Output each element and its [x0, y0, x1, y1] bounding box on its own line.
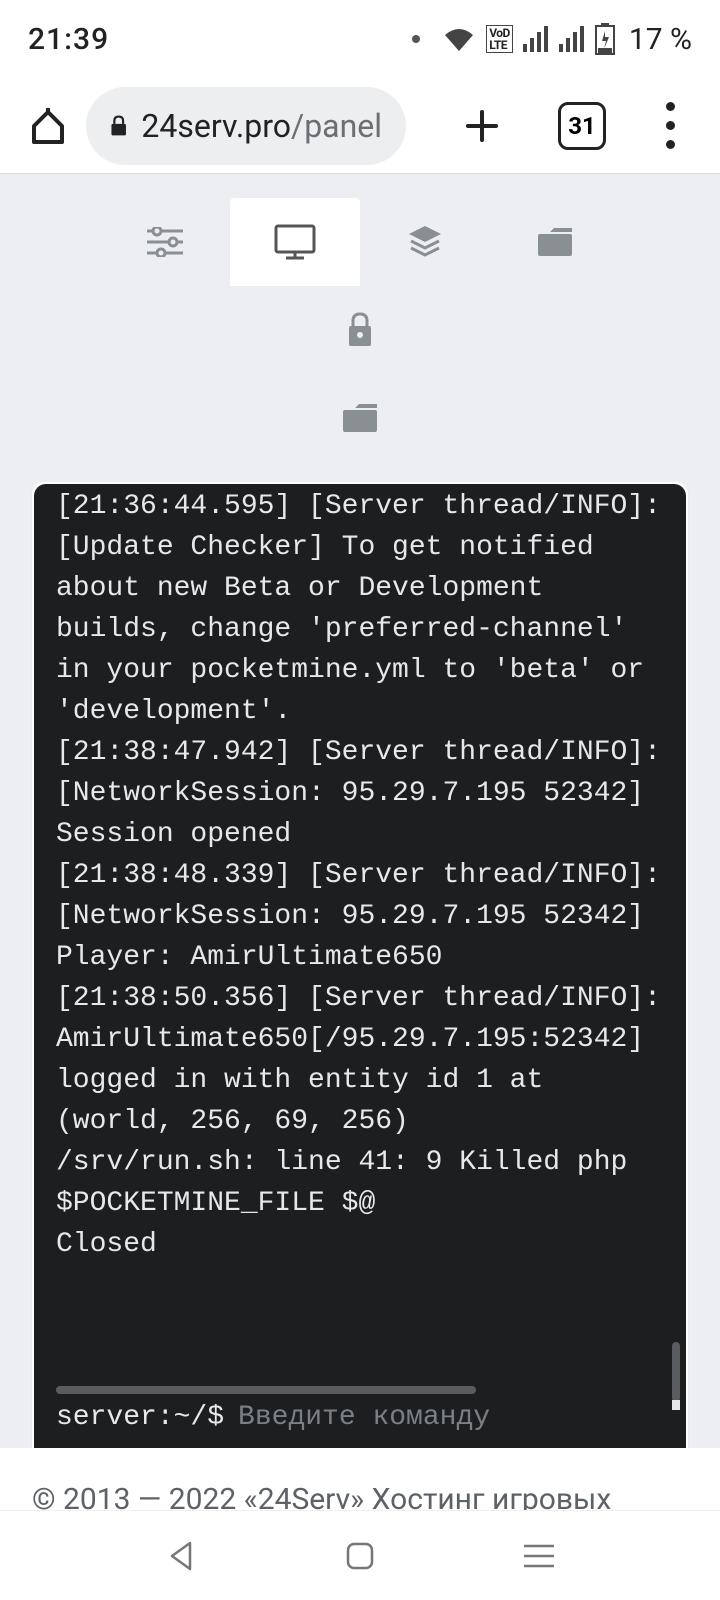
- vertical-scrollbar[interactable]: [672, 1342, 680, 1402]
- nav-back-button[interactable]: [164, 1539, 198, 1573]
- kebab-dot-icon: [666, 140, 675, 149]
- url-text: 24serv.pro/panel: [141, 107, 382, 145]
- tab-layers[interactable]: [360, 198, 490, 286]
- status-bar: 21:39 VoDLTE 17 %: [0, 0, 720, 78]
- plus-icon: [462, 106, 502, 146]
- tabs-count: 31: [568, 112, 596, 140]
- console-log[interactable]: [21:36:44.595] [Server thread/INFO]: [Up…: [34, 484, 686, 1381]
- triangle-back-icon: [164, 1539, 198, 1573]
- padlock-icon: [346, 312, 374, 348]
- tabs-button[interactable]: 31: [558, 102, 606, 150]
- url-bar[interactable]: 24serv.pro/panel: [86, 87, 406, 165]
- volte-icon: VoDLTE: [486, 25, 513, 53]
- nav-recent-button[interactable]: [522, 1543, 556, 1569]
- command-input[interactable]: Введите команду: [238, 1397, 490, 1438]
- hamburger-recent-icon: [522, 1543, 556, 1569]
- nav-home-button[interactable]: [345, 1541, 375, 1571]
- browser-bar: 24serv.pro/panel 31: [0, 78, 720, 173]
- vertical-scrollbar-end: [672, 1400, 680, 1410]
- tab-lock[interactable]: [295, 286, 425, 374]
- prompt-prefix: server:~/$: [56, 1397, 224, 1438]
- home-button[interactable]: [26, 104, 70, 148]
- panel-tabs: [0, 174, 720, 474]
- signal2-icon: [559, 26, 585, 52]
- folder-icon: [536, 226, 574, 258]
- battery-icon: [595, 23, 615, 55]
- square-home-icon: [345, 1541, 375, 1571]
- menu-button[interactable]: [650, 96, 690, 156]
- battery-percent: 17 %: [629, 22, 692, 57]
- monitor-icon: [274, 224, 316, 260]
- tab-settings[interactable]: [100, 198, 230, 286]
- lock-icon: [110, 111, 127, 141]
- tab-folder[interactable]: [490, 198, 620, 286]
- tab-console[interactable]: [230, 198, 360, 286]
- folder-icon: [341, 402, 379, 434]
- notification-dot-icon: [412, 35, 420, 43]
- kebab-dot-icon: [666, 102, 675, 111]
- kebab-dot-icon: [666, 121, 675, 130]
- system-nav-bar: [0, 1510, 720, 1600]
- new-tab-button[interactable]: [452, 96, 512, 156]
- status-indicators: VoDLTE 17 %: [412, 22, 692, 57]
- sliders-icon: [147, 227, 183, 257]
- console[interactable]: [21:36:44.595] [Server thread/INFO]: [Up…: [34, 484, 686, 1462]
- tab-folder2[interactable]: [295, 374, 425, 462]
- page-content: [21:36:44.595] [Server thread/INFO]: [Up…: [0, 173, 720, 1510]
- horizontal-scrollbar[interactable]: [56, 1386, 476, 1394]
- console-prompt[interactable]: server:~/$ Введите команду: [34, 1389, 686, 1454]
- console-panel: [21:36:44.595] [Server thread/INFO]: [Up…: [32, 482, 688, 1464]
- layers-icon: [407, 224, 443, 260]
- signal-icon: [523, 26, 549, 52]
- status-time: 21:39: [28, 22, 109, 57]
- wifi-icon: [442, 26, 476, 52]
- footer: © 2013 — 2022 «24Serv» Хостинг игровых: [0, 1448, 720, 1518]
- home-icon: [28, 106, 68, 146]
